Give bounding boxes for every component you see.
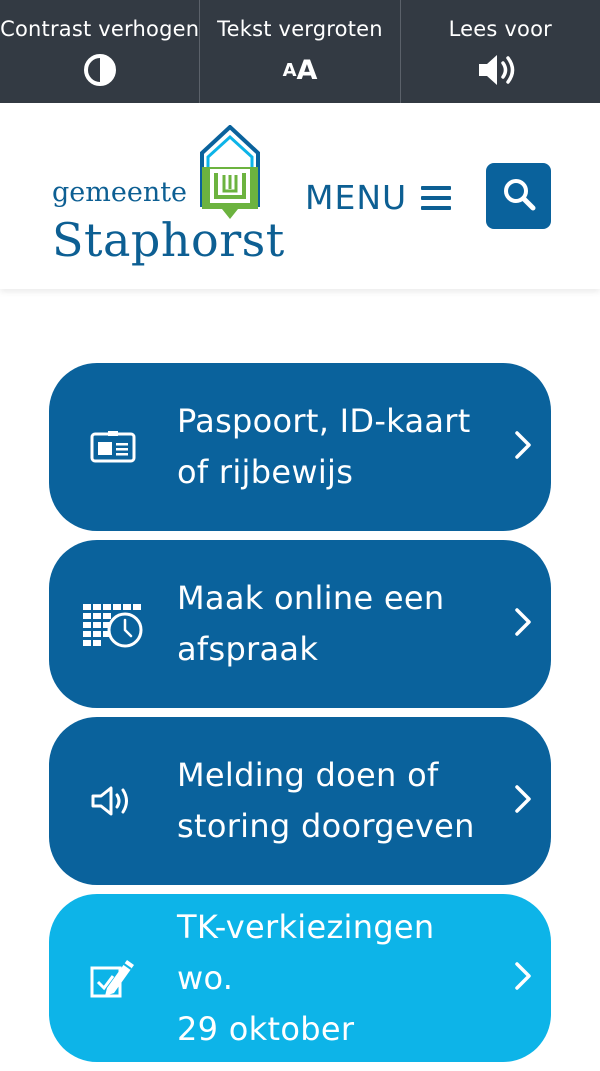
accessibility-toolbar: Contrast verhogen Tekst vergroten AA Lee… (0, 0, 600, 103)
tile-passport-line2: of rijbewijs (177, 453, 354, 491)
contrast-label: Contrast verhogen (0, 17, 200, 41)
tile-elections[interactable]: TK-verkiezingen wo. 29 oktober (49, 894, 551, 1062)
text-size-icon-big: A (296, 54, 318, 86)
contrast-icon (83, 54, 117, 86)
read-aloud-label: Lees voor (448, 17, 552, 41)
ballot-pencil-icon (49, 954, 177, 1002)
tile-appointment[interactable]: Maak online een afspraak (49, 540, 551, 708)
search-icon (502, 177, 536, 215)
contrast-button[interactable]: Contrast verhogen (0, 0, 201, 103)
text-size-icon-small: A (282, 59, 297, 81)
tile-elections-line1: TK-verkiezingen wo. (177, 907, 435, 997)
logo-house-icon (198, 124, 262, 225)
speaker-icon (477, 54, 523, 86)
tile-appointment-line2: afspraak (177, 630, 319, 668)
tile-passport[interactable]: Paspoort, ID-kaart of rijbewijs (49, 363, 551, 531)
tile-elections-label: TK-verkiezingen wo. 29 oktober (177, 902, 497, 1055)
chevron-right-icon (513, 783, 533, 819)
id-card-icon (49, 430, 177, 464)
chevron-right-icon (513, 606, 533, 642)
gemeente-staphorst-logo[interactable]: gemeente Staphorst (52, 124, 292, 275)
text-size-button[interactable]: Tekst vergroten AA (200, 0, 401, 103)
tile-appointment-label: Maak online een afspraak (177, 573, 497, 675)
site-header: gemeente Staphorst MENU (0, 103, 600, 289)
chevron-right-icon (513, 960, 533, 996)
megaphone-icon (49, 784, 177, 818)
hamburger-icon (421, 185, 452, 210)
search-button[interactable] (486, 163, 551, 229)
logo-text-gemeente: gemeente (52, 177, 188, 208)
tile-report-line2: storing doorgeven (177, 807, 475, 845)
tile-passport-line1: Paspoort, ID-kaart (177, 402, 471, 440)
tile-report-label: Melding doen of storing doorgeven (177, 750, 497, 852)
tile-appointment-line1: Maak online een (177, 579, 445, 617)
tile-report-line1: Melding doen of (177, 756, 439, 794)
tile-elections-line2: 29 oktober (177, 1009, 355, 1048)
calendar-clock-icon (49, 600, 177, 648)
tile-report[interactable]: Melding doen of storing doorgeven (49, 717, 551, 885)
quick-links: Paspoort, ID-kaart of rijbewijs Maak onl… (49, 363, 551, 1071)
menu-button[interactable]: MENU (305, 178, 452, 217)
tile-passport-label: Paspoort, ID-kaart of rijbewijs (177, 396, 497, 498)
menu-label: MENU (305, 178, 408, 217)
read-aloud-button[interactable]: Lees voor (401, 0, 600, 103)
text-size-label: Tekst vergroten (217, 17, 383, 41)
chevron-right-icon (513, 429, 533, 465)
text-size-icon: AA (283, 54, 318, 86)
